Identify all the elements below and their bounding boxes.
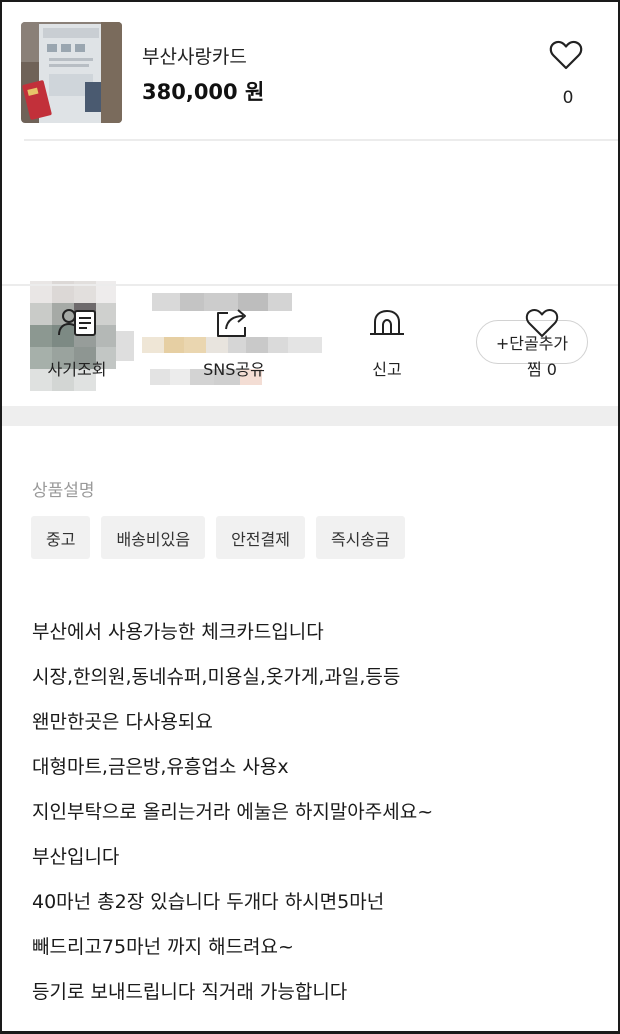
- action-label: 찜 0: [527, 360, 557, 379]
- like-count: 0: [562, 88, 574, 108]
- tag-used: 중고: [31, 516, 91, 559]
- description-line: 등기로 보내드립니다 직거래 가능합니다: [32, 981, 348, 1003]
- product-price: 380,000 원: [142, 80, 265, 104]
- sns-share-button[interactable]: SNS공유: [159, 305, 309, 380]
- siren-icon: [370, 309, 404, 335]
- card-photo: [21, 22, 122, 123]
- app-frame: 부산사랑카드 380,000 원 0 +단골추가 사기조회 SNS공유 신고 찜…: [0, 0, 620, 1034]
- heart-icon: [525, 309, 559, 337]
- product-description: 부산에서 사용가능한 체크카드입니다 시장,한의원,동네슈퍼,미용실,옷가게,과…: [32, 615, 602, 1020]
- tag-safe-payment: 안전결제: [216, 516, 305, 559]
- action-label: 사기조회: [47, 360, 107, 379]
- tag-list: 중고 배송비있음 안전결제 즉시송금: [31, 516, 405, 559]
- product-header: 부산사랑카드 380,000 원 0: [2, 2, 618, 140]
- wishlist-button[interactable]: 찜 0: [467, 305, 617, 380]
- description-line: 부산입니다: [32, 846, 120, 868]
- tag-instant-transfer: 즉시송금: [315, 516, 405, 559]
- description-line: 시장,한의원,동네슈퍼,미용실,옷가게,과일,등등: [32, 666, 401, 688]
- fraud-check-button[interactable]: 사기조회: [2, 305, 152, 380]
- action-label: SNS공유: [203, 360, 265, 379]
- action-label: 신고: [372, 360, 402, 379]
- fraud-check-icon: [58, 309, 96, 336]
- description-line: 부산에서 사용가능한 체크카드입니다: [32, 621, 324, 643]
- description-line: 지인부탁으로 올리는거라 에눌은 하지말아주세요~: [32, 801, 434, 823]
- report-button[interactable]: 신고: [312, 305, 462, 380]
- description-line: 왠만한곳은 다사용되요: [32, 711, 213, 733]
- section-title: 상품설명: [32, 481, 95, 501]
- heart-icon[interactable]: [548, 37, 584, 73]
- tag-shipping: 배송비있음: [101, 516, 206, 559]
- section-divider: [2, 406, 618, 426]
- description-line: 대형마트,금은방,유흥업소 사용x: [32, 756, 289, 778]
- divider: [2, 284, 618, 286]
- description-line: 40마넌 총2장 있습니다 두개다 하시면5마넌: [32, 891, 385, 913]
- description-line: 빼드리고75마넌 까지 해드려요~: [32, 936, 294, 958]
- seller-info[interactable]: +단골추가: [2, 141, 618, 391]
- share-icon: [217, 309, 246, 337]
- product-title: 부산사랑카드: [142, 46, 247, 68]
- product-thumbnail[interactable]: [21, 22, 122, 123]
